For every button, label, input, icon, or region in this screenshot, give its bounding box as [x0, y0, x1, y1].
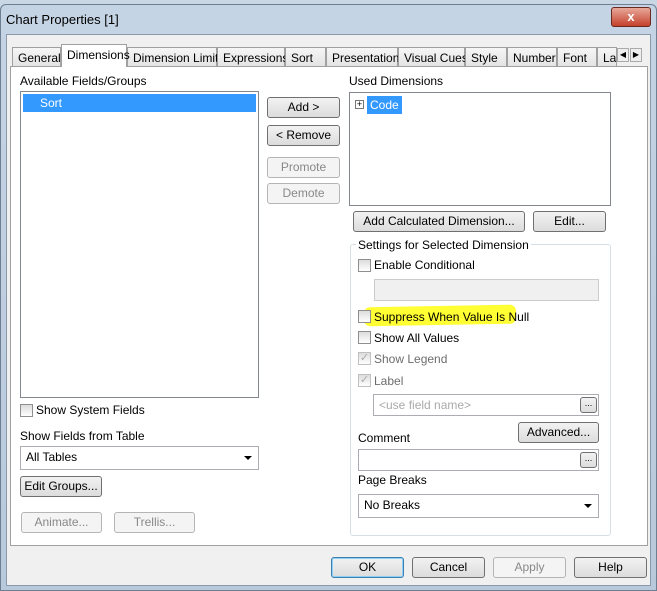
used-dimensions-label: Used Dimensions: [349, 74, 444, 88]
animate-button[interactable]: Animate...: [21, 512, 102, 533]
chevron-down-icon: [584, 504, 592, 508]
expand-icon[interactable]: +: [355, 100, 364, 109]
available-fields-label: Available Fields/Groups: [20, 74, 147, 88]
edit-button[interactable]: Edit...: [533, 211, 606, 232]
list-item[interactable]: Code: [367, 96, 402, 114]
help-button[interactable]: Help: [574, 557, 647, 578]
page-breaks-label: Page Breaks: [358, 473, 427, 487]
apply-button[interactable]: Apply: [493, 557, 566, 578]
tab-la[interactable]: La: [597, 47, 617, 67]
close-button[interactable]: x: [611, 7, 651, 27]
demote-button[interactable]: Demote: [267, 183, 340, 204]
show-system-fields-checkbox[interactable]: [20, 404, 33, 417]
promote-button[interactable]: Promote: [267, 157, 340, 178]
tab-expressions[interactable]: Expressions: [217, 47, 288, 67]
page-breaks-select[interactable]: No Breaks: [358, 494, 599, 518]
tab-scroll-left-icon[interactable]: ◀: [617, 48, 629, 62]
ok-button[interactable]: OK: [331, 557, 404, 578]
tab-number[interactable]: Number: [507, 47, 557, 67]
tab-scroll-right-icon[interactable]: ▶: [630, 48, 642, 62]
show-all-values-label: Show All Values: [374, 331, 460, 345]
tab-dimension-limits[interactable]: Dimension Limits: [127, 47, 224, 67]
label-checkbox[interactable]: ✓: [358, 374, 371, 387]
tab-dimensions[interactable]: Dimensions: [61, 44, 130, 67]
show-system-fields-label: Show System Fields: [36, 403, 145, 417]
chevron-down-icon: [244, 456, 252, 460]
list-item[interactable]: Sort: [23, 94, 256, 112]
tab-font[interactable]: Font: [557, 47, 597, 67]
tab-sort[interactable]: Sort: [285, 47, 326, 67]
comment-expression-button[interactable]: ...: [580, 452, 597, 468]
conditional-input[interactable]: [374, 279, 599, 301]
trellis-button[interactable]: Trellis...: [114, 512, 195, 533]
tab-style[interactable]: Style: [465, 47, 507, 67]
show-legend-label: Show Legend: [374, 352, 448, 366]
suppress-null-checkbox[interactable]: [358, 310, 371, 323]
suppress-null-label: Suppress When Value Is Null: [374, 310, 530, 324]
enable-conditional-checkbox[interactable]: [358, 259, 371, 272]
show-fields-from-select[interactable]: All Tables: [20, 446, 259, 470]
comment-input[interactable]: [358, 449, 599, 471]
settings-title: Settings for Selected Dimension: [356, 238, 531, 252]
show-fields-from-label: Show Fields from Table: [20, 429, 145, 443]
comment-label: Comment: [358, 431, 411, 445]
page-breaks-value: No Breaks: [364, 498, 421, 512]
label-input[interactable]: <use field name>: [373, 394, 599, 416]
label-expression-button[interactable]: ...: [580, 397, 597, 413]
cancel-button[interactable]: Cancel: [412, 557, 485, 578]
show-legend-checkbox[interactable]: ✓: [358, 352, 371, 365]
tab-visual-cues[interactable]: Visual Cues: [398, 47, 468, 67]
available-fields-list[interactable]: Sort: [20, 91, 259, 398]
tab-presentation[interactable]: Presentation: [326, 47, 399, 67]
window-title: Chart Properties [1]: [6, 12, 119, 27]
tab-general[interactable]: General: [12, 47, 61, 67]
edit-groups-button[interactable]: Edit Groups...: [20, 476, 102, 497]
used-dimensions-list[interactable]: + Code: [349, 92, 611, 206]
enable-conditional-label: Enable Conditional: [374, 258, 475, 272]
advanced-button[interactable]: Advanced...: [518, 422, 599, 443]
add-button[interactable]: Add >: [267, 97, 340, 118]
remove-button[interactable]: < Remove: [267, 125, 340, 146]
label-label: Label: [374, 374, 404, 388]
add-calculated-dimension-button[interactable]: Add Calculated Dimension...: [353, 211, 525, 232]
show-fields-from-value: All Tables: [26, 450, 78, 464]
show-all-values-checkbox[interactable]: [358, 331, 371, 344]
